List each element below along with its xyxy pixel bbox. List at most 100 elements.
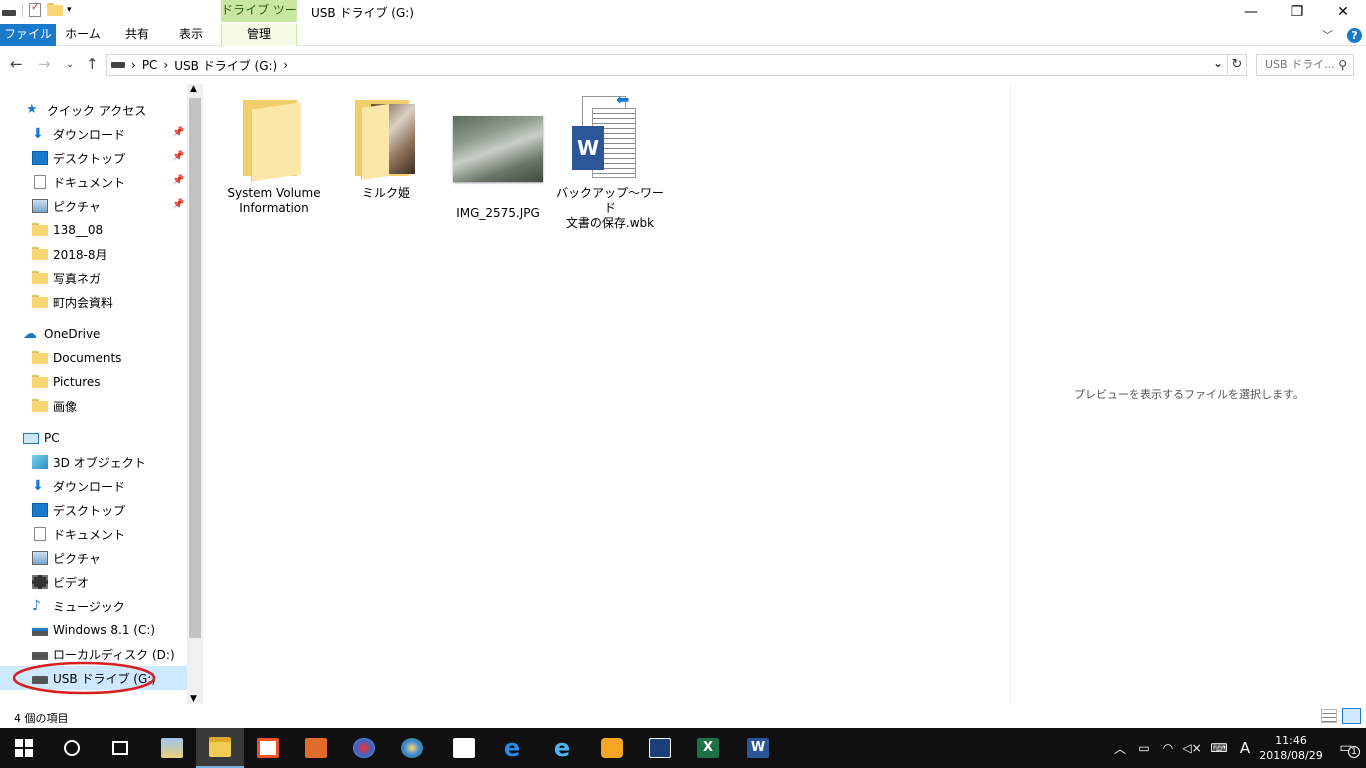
tray-overflow-icon[interactable]: ︿ bbox=[1108, 740, 1132, 757]
minimize-button[interactable]: — bbox=[1228, 0, 1274, 24]
taskbar-app-folder[interactable] bbox=[148, 728, 196, 768]
nav-pc-downloads[interactable]: ⬇ ダウンロード bbox=[0, 474, 187, 498]
taskbar-internet-explorer[interactable]: e bbox=[538, 728, 586, 768]
tab-share[interactable]: 共有 bbox=[114, 24, 160, 46]
taskbar-app-palette[interactable] bbox=[388, 728, 436, 768]
refresh-button[interactable]: ↻ bbox=[1227, 54, 1247, 76]
address-dropdown-icon[interactable]: ⌄ bbox=[1213, 56, 1223, 70]
nav-quick-desktop[interactable]: デスクトップ 📌 bbox=[0, 146, 187, 170]
battery-icon[interactable]: ▭ bbox=[1132, 741, 1156, 755]
start-button[interactable] bbox=[0, 728, 48, 768]
nav-quick-folder-negatives[interactable]: 写真ネガ bbox=[0, 266, 187, 290]
pin-icon[interactable]: 📌 bbox=[172, 151, 184, 163]
nav-quick-pictures[interactable]: ピクチャ 📌 bbox=[0, 194, 187, 218]
taskbar-file-explorer[interactable] bbox=[196, 728, 244, 768]
navigation-scrollbar[interactable]: ▲ ▼ bbox=[187, 84, 203, 704]
nav-quick-documents[interactable]: ドキュメント 📌 bbox=[0, 170, 187, 194]
breadcrumb-usb-drive[interactable]: USB ドライブ (G:) bbox=[174, 57, 277, 74]
tab-view[interactable]: 表示 bbox=[168, 24, 214, 46]
tab-file[interactable]: ファイル bbox=[0, 24, 56, 46]
quick-access-toolbar: ✓ ▾ bbox=[2, 2, 72, 17]
wifi-icon[interactable]: ◠ bbox=[1156, 741, 1180, 755]
taskbar-app-paint[interactable] bbox=[340, 728, 388, 768]
nav-pc-pictures[interactable]: ピクチャ bbox=[0, 546, 187, 570]
nav-pc[interactable]: PC bbox=[0, 426, 187, 450]
pin-icon[interactable]: 📌 bbox=[172, 175, 184, 187]
nav-pc-usb-drive-g[interactable]: USB ドライブ (G:) bbox=[0, 661, 187, 695]
clock-time: 11:46 bbox=[1275, 734, 1307, 747]
close-button[interactable]: ✕ bbox=[1320, 0, 1366, 24]
cortana-circle-icon bbox=[64, 740, 80, 756]
taskbar-app-blue[interactable] bbox=[636, 728, 684, 768]
properties-icon[interactable]: ✓ bbox=[29, 2, 41, 17]
nav-pc-videos[interactable]: ビデオ bbox=[0, 570, 187, 594]
customize-qat-icon[interactable]: ▾ bbox=[67, 3, 72, 17]
folder-icon bbox=[32, 271, 48, 285]
search-input[interactable]: USB ドライ... ⚲ bbox=[1256, 54, 1354, 76]
drive-icon bbox=[32, 652, 48, 660]
large-icons-view-icon[interactable] bbox=[1342, 708, 1361, 724]
scroll-up-icon[interactable]: ▲ bbox=[190, 84, 197, 94]
file-item[interactable]: IMG_2575.JPG bbox=[442, 96, 554, 221]
keyboard-icon[interactable]: ⌨ bbox=[1204, 741, 1234, 755]
up-arrow-icon[interactable]: ↑ bbox=[86, 55, 99, 73]
file-item[interactable]: System Volume Information bbox=[218, 96, 330, 216]
taskbar-excel[interactable]: X bbox=[684, 728, 732, 768]
navigation-pane: ★ クイック アクセス ⬇ ダウンロード 📌 デスクトップ 📌 ドキュメント 📌… bbox=[0, 84, 203, 704]
ime-mode[interactable]: A bbox=[1234, 739, 1256, 757]
help-icon[interactable]: ? bbox=[1347, 27, 1362, 43]
toolbox-icon bbox=[305, 738, 327, 758]
nav-quick-folder-neighborhood[interactable]: 町内会資料 bbox=[0, 290, 187, 314]
photo-thumbnail bbox=[442, 116, 554, 200]
nav-pc-music[interactable]: ♪ ミュージック bbox=[0, 594, 187, 618]
nav-pc-desktop[interactable]: デスクトップ bbox=[0, 498, 187, 522]
nav-quick-folder-2018-8[interactable]: 2018-8月 bbox=[0, 242, 187, 266]
pin-icon[interactable]: 📌 bbox=[172, 127, 184, 139]
nav-pc-documents[interactable]: ドキュメント bbox=[0, 522, 187, 546]
address-bar[interactable]: › PC › USB ドライブ (G:) › ⌄ bbox=[106, 54, 1228, 76]
taskbar-edge[interactable]: e bbox=[488, 728, 536, 768]
recent-locations-icon[interactable]: ⌄ bbox=[66, 59, 74, 70]
nav-pc-3d-objects[interactable]: 3D オブジェクト bbox=[0, 450, 187, 474]
tab-manage[interactable]: 管理 bbox=[221, 24, 297, 46]
taskbar-word[interactable]: W bbox=[734, 728, 782, 768]
taskbar-sticky-notes[interactable] bbox=[440, 728, 488, 768]
breadcrumb-pc[interactable]: PC bbox=[142, 58, 158, 72]
taskbar: e e X W ︿ ▭ ◠ ◁× ⌨ A 11:46 2018/08/29 ▭ … bbox=[0, 728, 1366, 768]
taskbar-app-orange[interactable] bbox=[588, 728, 636, 768]
download-icon: ⬇ bbox=[32, 126, 44, 142]
maximize-button[interactable]: ❐ bbox=[1274, 0, 1320, 24]
nav-onedrive-documents[interactable]: Documents bbox=[0, 346, 187, 370]
edge-icon: e bbox=[503, 734, 521, 762]
nav-quick-downloads[interactable]: ⬇ ダウンロード 📌 bbox=[0, 122, 187, 146]
file-item[interactable]: W ⬅ バックアップ～ワード 文書の保存.wbk bbox=[554, 92, 666, 231]
nav-onedrive-images[interactable]: 画像 bbox=[0, 394, 187, 418]
taskbar-app-toolbox[interactable] bbox=[292, 728, 340, 768]
nav-onedrive[interactable]: ☁ OneDrive bbox=[0, 322, 187, 346]
pin-icon[interactable]: 📌 bbox=[172, 199, 184, 211]
scrollbar-thumb[interactable] bbox=[189, 98, 201, 638]
taskbar-store[interactable] bbox=[244, 728, 292, 768]
tab-home[interactable]: ホーム bbox=[60, 24, 106, 46]
back-arrow-icon[interactable]: ← bbox=[10, 55, 23, 73]
cortana-search-button[interactable] bbox=[48, 728, 96, 768]
nav-quick-access[interactable]: ★ クイック アクセス bbox=[0, 98, 187, 122]
breadcrumb-separator[interactable]: › bbox=[283, 58, 288, 72]
file-item[interactable]: ミルク姫 bbox=[330, 96, 442, 201]
details-view-icon[interactable] bbox=[1321, 709, 1337, 723]
nav-quick-folder-138[interactable]: 138__08 bbox=[0, 218, 187, 242]
volume-muted-icon[interactable]: ◁× bbox=[1180, 741, 1204, 755]
action-center-icon[interactable]: ▭ 1 bbox=[1326, 740, 1366, 758]
nav-onedrive-pictures[interactable]: Pictures bbox=[0, 370, 187, 394]
new-folder-icon[interactable] bbox=[47, 3, 63, 17]
expand-ribbon-icon[interactable]: ﹀ bbox=[1322, 27, 1333, 43]
scroll-down-icon[interactable]: ▼ bbox=[190, 694, 197, 704]
task-view-button[interactable] bbox=[96, 728, 144, 768]
clock[interactable]: 11:46 2018/08/29 bbox=[1256, 733, 1326, 763]
file-name: IMG_2575.JPG bbox=[456, 206, 540, 220]
app-icon bbox=[161, 738, 183, 758]
window-title: USB ドライブ (G:) bbox=[311, 6, 414, 20]
nav-pc-windows-c[interactable]: Windows 8.1 (C:) bbox=[0, 618, 187, 642]
pictures-icon bbox=[32, 199, 48, 213]
forward-arrow-icon[interactable]: → bbox=[38, 55, 51, 73]
